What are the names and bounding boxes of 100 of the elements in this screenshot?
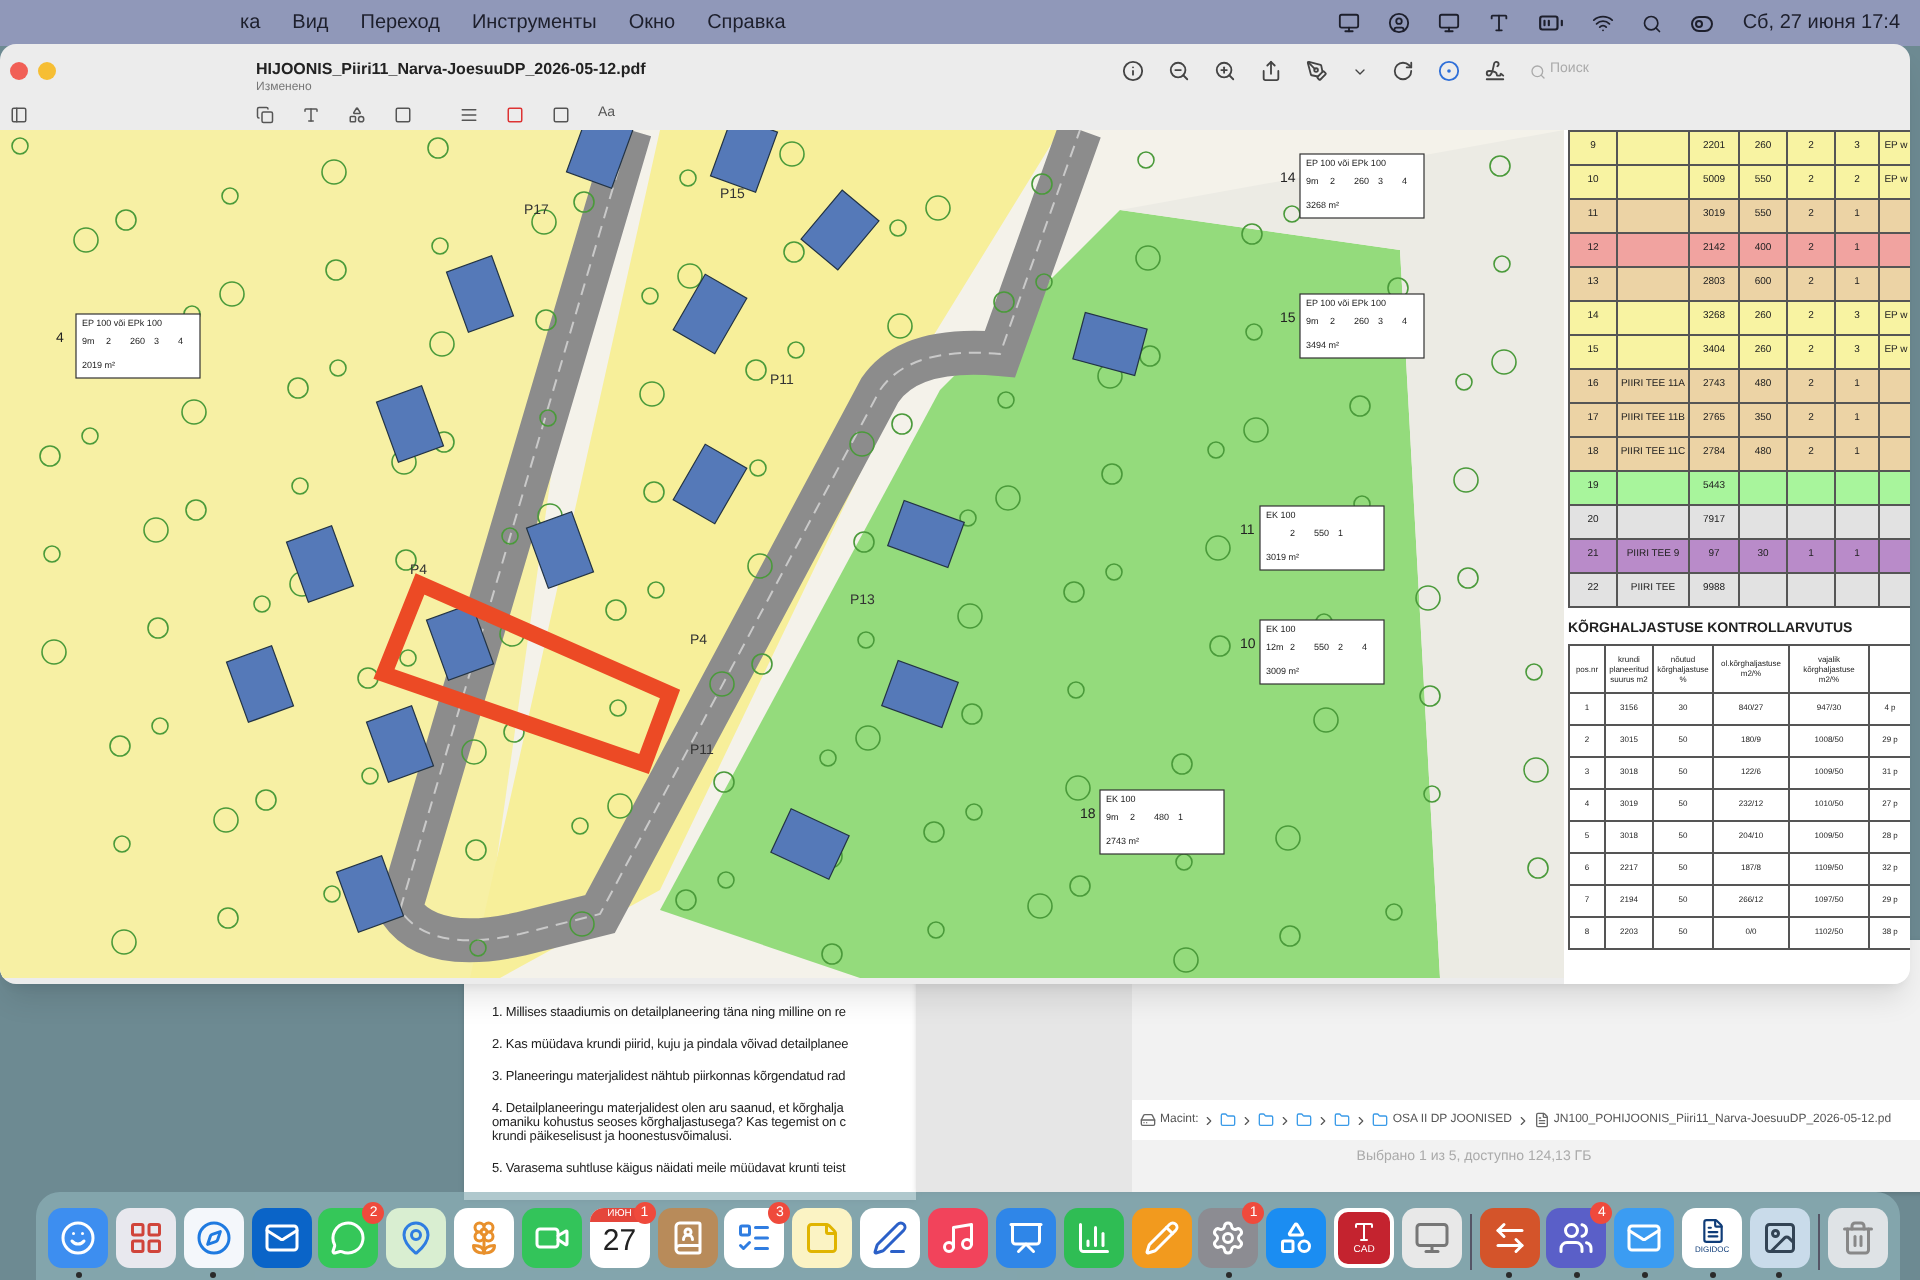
close-button[interactable]	[10, 62, 28, 80]
music-note-icon[interactable]	[927, 1207, 988, 1267]
menu-item[interactable]: Вид	[292, 8, 329, 38]
menu-item[interactable]: Переход	[360, 8, 440, 38]
tree-symbol	[143, 517, 169, 543]
map-pin-icon[interactable]	[386, 1207, 447, 1267]
presentation-icon[interactable]	[995, 1207, 1056, 1267]
tree-symbol	[709, 671, 735, 697]
menu-item[interactable]: Окно	[628, 8, 676, 38]
screen-icon[interactable]	[1438, 12, 1461, 34]
monitor-icon[interactable]	[1401, 1207, 1462, 1267]
signature-icon[interactable]	[1484, 60, 1506, 82]
checklist-icon[interactable]	[724, 1207, 785, 1267]
tree-symbol	[115, 209, 137, 231]
window-title: HIJOONIS_Piiri11_Narva-JoesuuDP_2026-05-12.pdf	[256, 59, 646, 79]
rotate-icon[interactable]	[1392, 60, 1414, 82]
tree-symbol	[925, 195, 951, 221]
tree-symbol	[181, 399, 207, 425]
search-icon[interactable]	[1642, 13, 1663, 33]
tree-symbol	[1065, 775, 1091, 801]
tree-symbol	[151, 717, 169, 735]
contact-book-icon[interactable]	[657, 1207, 718, 1267]
display-icon[interactable]	[1338, 12, 1361, 34]
fill-color-icon[interactable]	[552, 105, 570, 123]
document-icon	[1699, 1218, 1726, 1244]
tree-symbol	[747, 553, 773, 579]
trash-icon[interactable]	[1827, 1207, 1888, 1267]
tree-symbol	[639, 381, 665, 407]
tree-symbol	[607, 793, 633, 819]
table-cell	[1787, 573, 1835, 607]
bar-chart-icon[interactable]	[1063, 1207, 1124, 1267]
tree-symbol	[749, 459, 767, 477]
arrows-icon[interactable]	[1479, 1207, 1540, 1267]
menu-item[interactable]: Справка	[707, 8, 786, 38]
tree-symbol	[1063, 581, 1085, 603]
envelope-icon[interactable]	[251, 1207, 312, 1267]
chevron-icon	[1316, 1113, 1331, 1127]
wifi-icon[interactable]	[1592, 12, 1615, 34]
tree-symbol	[221, 187, 239, 205]
tree-symbol	[109, 735, 131, 757]
compass-icon[interactable]	[183, 1207, 244, 1267]
tree-symbol	[675, 889, 697, 911]
tree-symbol	[819, 749, 837, 767]
tree-symbol	[1489, 155, 1511, 177]
menu-item[interactable]: ка	[240, 8, 261, 38]
line-style-icon[interactable]	[460, 105, 478, 123]
video-camera-icon[interactable]	[521, 1207, 582, 1267]
smiley-face-icon[interactable]	[48, 1207, 108, 1267]
copy-icon[interactable]	[256, 105, 274, 123]
menu-item[interactable]: Инструменты	[471, 8, 597, 38]
tree-symbol	[957, 603, 983, 629]
tree-symbol	[43, 545, 61, 563]
envelope-icon[interactable]	[1614, 1207, 1675, 1267]
zoom-in-icon[interactable]	[1214, 60, 1236, 82]
tree-symbol	[1415, 585, 1441, 611]
tree-symbol	[11, 137, 29, 155]
input-source-icon[interactable]	[1488, 12, 1511, 34]
border-color-icon[interactable]	[506, 105, 524, 123]
info-icon[interactable]	[1122, 60, 1144, 82]
frame-icon[interactable]	[394, 105, 412, 123]
folder-icon	[1220, 1112, 1237, 1128]
tree-symbol	[1243, 417, 1269, 443]
speech-bubble-icon[interactable]	[318, 1207, 379, 1267]
tree-symbol	[469, 939, 487, 957]
pen-icon[interactable]	[1306, 60, 1328, 82]
tree-symbol	[1139, 345, 1161, 367]
grid-icon[interactable]	[115, 1207, 176, 1267]
tree-symbol	[1493, 255, 1511, 273]
tree-symbol	[1419, 685, 1441, 707]
share-icon[interactable]	[1260, 60, 1282, 82]
flower-icon[interactable]	[454, 1207, 515, 1267]
tree-symbol	[849, 431, 875, 457]
tree-symbol	[1137, 151, 1155, 169]
sidebar-icon[interactable]	[10, 105, 28, 123]
tree-symbol	[1523, 757, 1549, 783]
tree-symbol	[787, 341, 805, 359]
tree-symbol	[927, 921, 945, 939]
tree-symbol	[717, 871, 735, 889]
picture-icon[interactable]	[1749, 1207, 1810, 1267]
tree-symbol	[997, 391, 1015, 409]
gear-icon[interactable]	[1198, 1207, 1259, 1267]
markup-icon[interactable]	[1438, 60, 1460, 82]
tree-symbol	[853, 531, 875, 553]
tree-symbol	[465, 839, 487, 861]
user-icon[interactable]	[1388, 12, 1411, 34]
shapes-icon[interactable]	[348, 105, 366, 123]
tree-symbol	[995, 485, 1021, 511]
control-center-icon[interactable]	[1690, 11, 1715, 35]
pencil-icon[interactable]	[1131, 1207, 1191, 1267]
tree-symbol	[253, 595, 271, 613]
text-box-icon[interactable]	[302, 105, 320, 123]
zoom-out-icon[interactable]	[1168, 60, 1190, 82]
battery-icon[interactable]	[1538, 10, 1565, 36]
tree-symbol	[1135, 245, 1161, 271]
tree-symbol	[1275, 825, 1301, 851]
tree-symbol	[429, 331, 455, 357]
people-icon[interactable]	[1546, 1207, 1607, 1267]
building-footprint	[565, 130, 635, 190]
tree-symbol	[217, 907, 239, 929]
shapes-icon[interactable]	[1266, 1207, 1327, 1267]
